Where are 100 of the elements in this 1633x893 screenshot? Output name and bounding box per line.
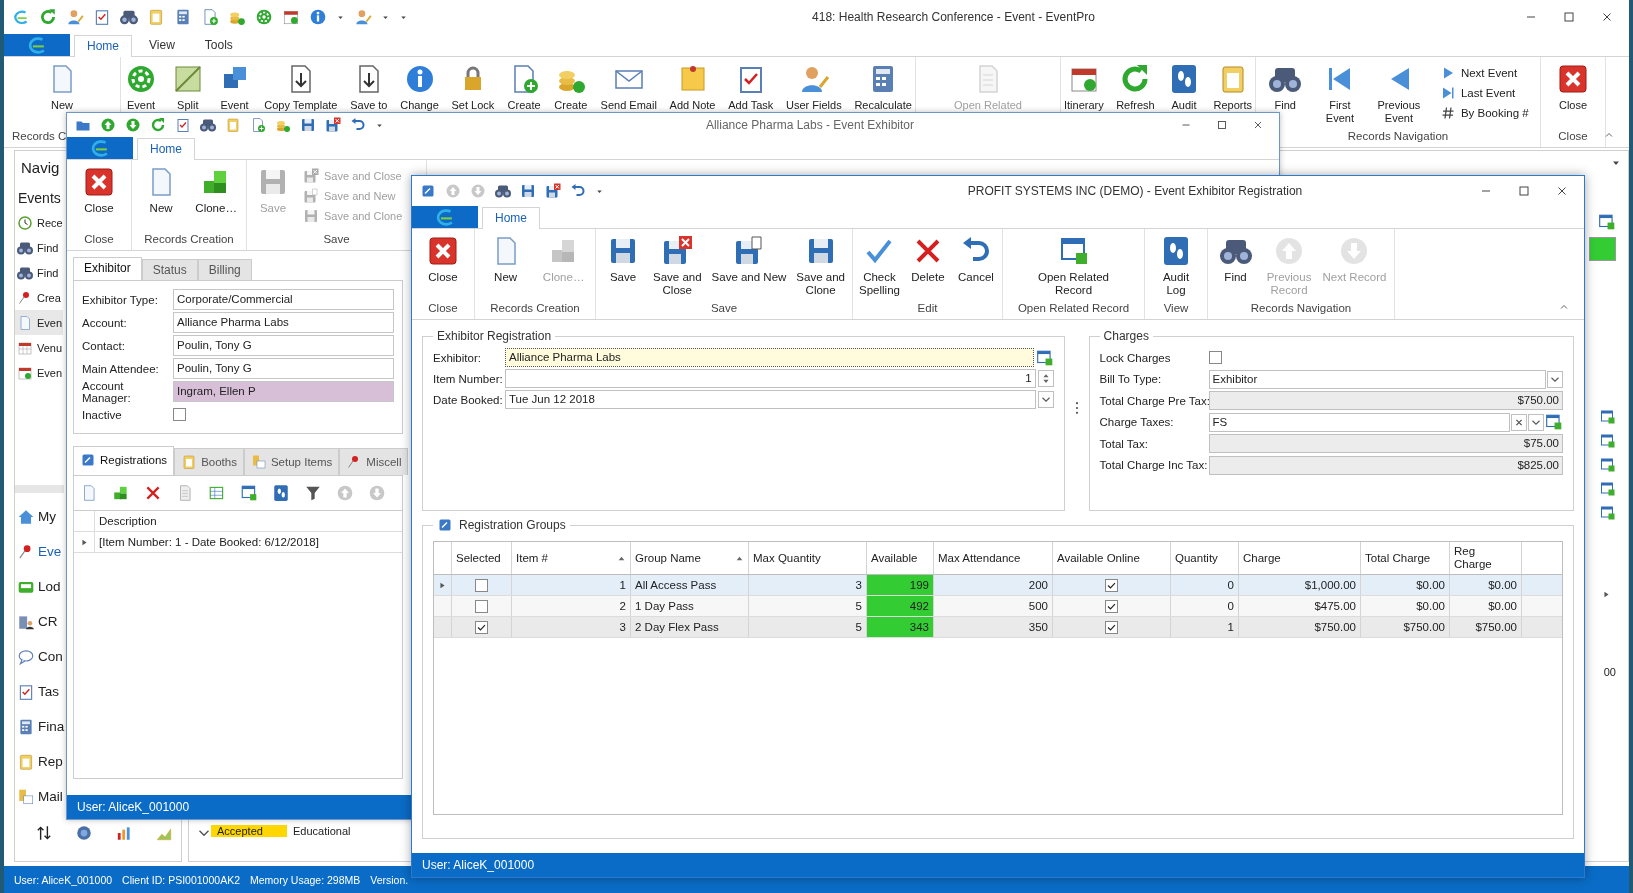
checkbox[interactable] [173, 408, 186, 421]
ribbon-button[interactable]: Reports [1212, 59, 1253, 112]
grid-icon[interactable] [208, 484, 226, 502]
ribbon-button[interactable]: Event [123, 59, 159, 112]
ribbon-button[interactable]: Find [1267, 59, 1304, 112]
module-button[interactable]: Con [15, 639, 64, 674]
ribbon-button[interactable]: New [481, 231, 530, 284]
input-field[interactable]: Alliance Pharma Labs [505, 348, 1034, 367]
input-field[interactable]: Corporate/Commercial [173, 289, 394, 310]
nav-item[interactable]: Find [15, 260, 63, 285]
person-icon[interactable] [66, 8, 84, 26]
clipboard-icon[interactable] [175, 117, 191, 133]
footprints-icon[interactable] [272, 484, 290, 502]
ribbon-button[interactable]: New [137, 162, 186, 215]
ribbon-button[interactable]: User Fields [785, 59, 843, 112]
chevron-down-icon[interactable] [1528, 413, 1544, 431]
detail-tab[interactable]: Miscell [339, 448, 409, 475]
lookup-icon[interactable] [1598, 213, 1616, 231]
lookup-icon[interactable] [1545, 413, 1563, 432]
refresh-icon[interactable] [150, 117, 166, 133]
ribbon-button[interactable]: Send Email [599, 59, 658, 112]
table-row[interactable]: 1 All Access Pass 3 199 200 0 $1,000.00 $0.00 $0.00 [434, 575, 1562, 596]
arrows-icon[interactable] [35, 824, 53, 842]
input-field[interactable]: Tue Jun 12 2018 [505, 390, 1036, 409]
ribbon-button[interactable]: New [44, 59, 80, 112]
clear-icon[interactable] [1511, 413, 1527, 431]
input-field[interactable]: $75.00 [1208, 434, 1563, 454]
table-row[interactable]: 2 1 Day Pass 5 492 500 0 $475.00 $0.00 $0.00 [434, 596, 1562, 617]
checkbox[interactable] [1105, 599, 1118, 613]
input-field[interactable]: Alliance Pharma Labs [173, 312, 394, 333]
info-icon[interactable] [309, 8, 327, 26]
column-header[interactable]: Selected [452, 542, 512, 574]
ribbon-button[interactable]: Open Related Record [1034, 231, 1113, 297]
ribbon-button[interactable]: Cancel [951, 231, 1000, 284]
nav-item[interactable]: Even [15, 310, 63, 335]
ribbon-tab[interactable]: Home [137, 138, 195, 160]
form-tab[interactable]: Billing [197, 259, 252, 280]
detail-tab[interactable]: Registrations [73, 446, 175, 475]
ribbon-tab[interactable]: Tools [191, 34, 246, 56]
nav-item[interactable]: Crea [15, 285, 63, 310]
module-button[interactable]: Fina [15, 709, 64, 744]
module-button[interactable]: Rep [15, 744, 64, 779]
ribbon-button[interactable]: By Booking # [1439, 105, 1529, 121]
ribbon-tab[interactable]: View [136, 34, 188, 56]
maximize-icon[interactable] [1215, 118, 1229, 132]
input-field[interactable]: Poulin, Tony G [173, 335, 394, 356]
ribbon-button[interactable]: Close [1555, 59, 1591, 112]
detail-tab[interactable]: Booths [174, 448, 244, 475]
ribbon-button[interactable]: Last Event [1439, 85, 1529, 101]
refresh-icon[interactable] [39, 8, 57, 26]
ribbon-button[interactable]: Close [419, 231, 467, 284]
binoculars-icon[interactable] [495, 183, 511, 199]
ribbon-button[interactable]: Add Task [727, 59, 775, 112]
ribbon-button[interactable]: Find [1211, 231, 1260, 284]
funnel-icon[interactable] [304, 484, 322, 502]
ribbon-button[interactable]: Itinerary [1063, 59, 1105, 112]
module-button[interactable]: Mail [15, 779, 64, 814]
column-header[interactable]: Max Attendance [934, 542, 1053, 574]
column-header[interactable]: Quantity [1171, 542, 1239, 574]
clipboard-icon[interactable] [225, 117, 241, 133]
undo-icon[interactable] [570, 183, 586, 199]
cross-icon[interactable] [144, 484, 162, 502]
triangle-icon[interactable] [1601, 589, 1612, 600]
checkbox[interactable] [1208, 351, 1222, 365]
ribbon-button[interactable]: Save [599, 231, 647, 284]
disc-icon[interactable] [75, 824, 93, 842]
input-field[interactable]: Ingram, Ellen P [173, 381, 394, 402]
nav-item[interactable]: Rece [15, 210, 63, 235]
checkbox[interactable] [1105, 578, 1118, 592]
input-field[interactable]: 1 [505, 369, 1036, 388]
column-header[interactable]: Total Charge [1361, 542, 1450, 574]
ribbon-button[interactable]: Change [399, 59, 440, 112]
checkbox[interactable] [475, 620, 488, 634]
ribbon-button[interactable]: Save to [349, 59, 389, 112]
lookup-icon[interactable] [1600, 433, 1616, 449]
ribbon-button[interactable]: Next Event [1439, 65, 1529, 81]
binoculars-icon[interactable] [120, 8, 138, 26]
column-header[interactable]: Reg Charge [1450, 542, 1522, 574]
checkbox[interactable] [475, 578, 488, 592]
checkbox[interactable] [1105, 620, 1118, 634]
ribbon-button[interactable]: Check Spelling [855, 231, 904, 297]
window-icon[interactable] [240, 484, 258, 502]
binoculars-icon[interactable] [200, 117, 216, 133]
ribbon-button[interactable]: Audit Log [1152, 231, 1200, 297]
nav-item[interactable]: Venu [15, 335, 63, 360]
ribbon-button[interactable]: Create [506, 59, 543, 112]
ribbon-button[interactable]: Event [216, 59, 253, 112]
ribbon-button[interactable]: Delete [903, 231, 952, 284]
column-header[interactable]: Available Online [1053, 542, 1171, 574]
lookup-icon[interactable] [1600, 409, 1616, 425]
logo-icon[interactable] [12, 8, 30, 26]
ribbon-button[interactable]: Save and Close [648, 231, 706, 297]
ribbon-button[interactable]: Recalculate [853, 59, 913, 112]
ribbon-button[interactable]: Copy Template [263, 59, 339, 112]
calendar-icon[interactable] [282, 8, 300, 26]
bar-chart-icon[interactable] [115, 824, 133, 842]
module-button[interactable]: My [15, 499, 64, 534]
person-icon[interactable] [354, 8, 372, 26]
square-icon[interactable] [420, 183, 436, 199]
ribbon-button[interactable]: Refresh [1115, 59, 1156, 112]
